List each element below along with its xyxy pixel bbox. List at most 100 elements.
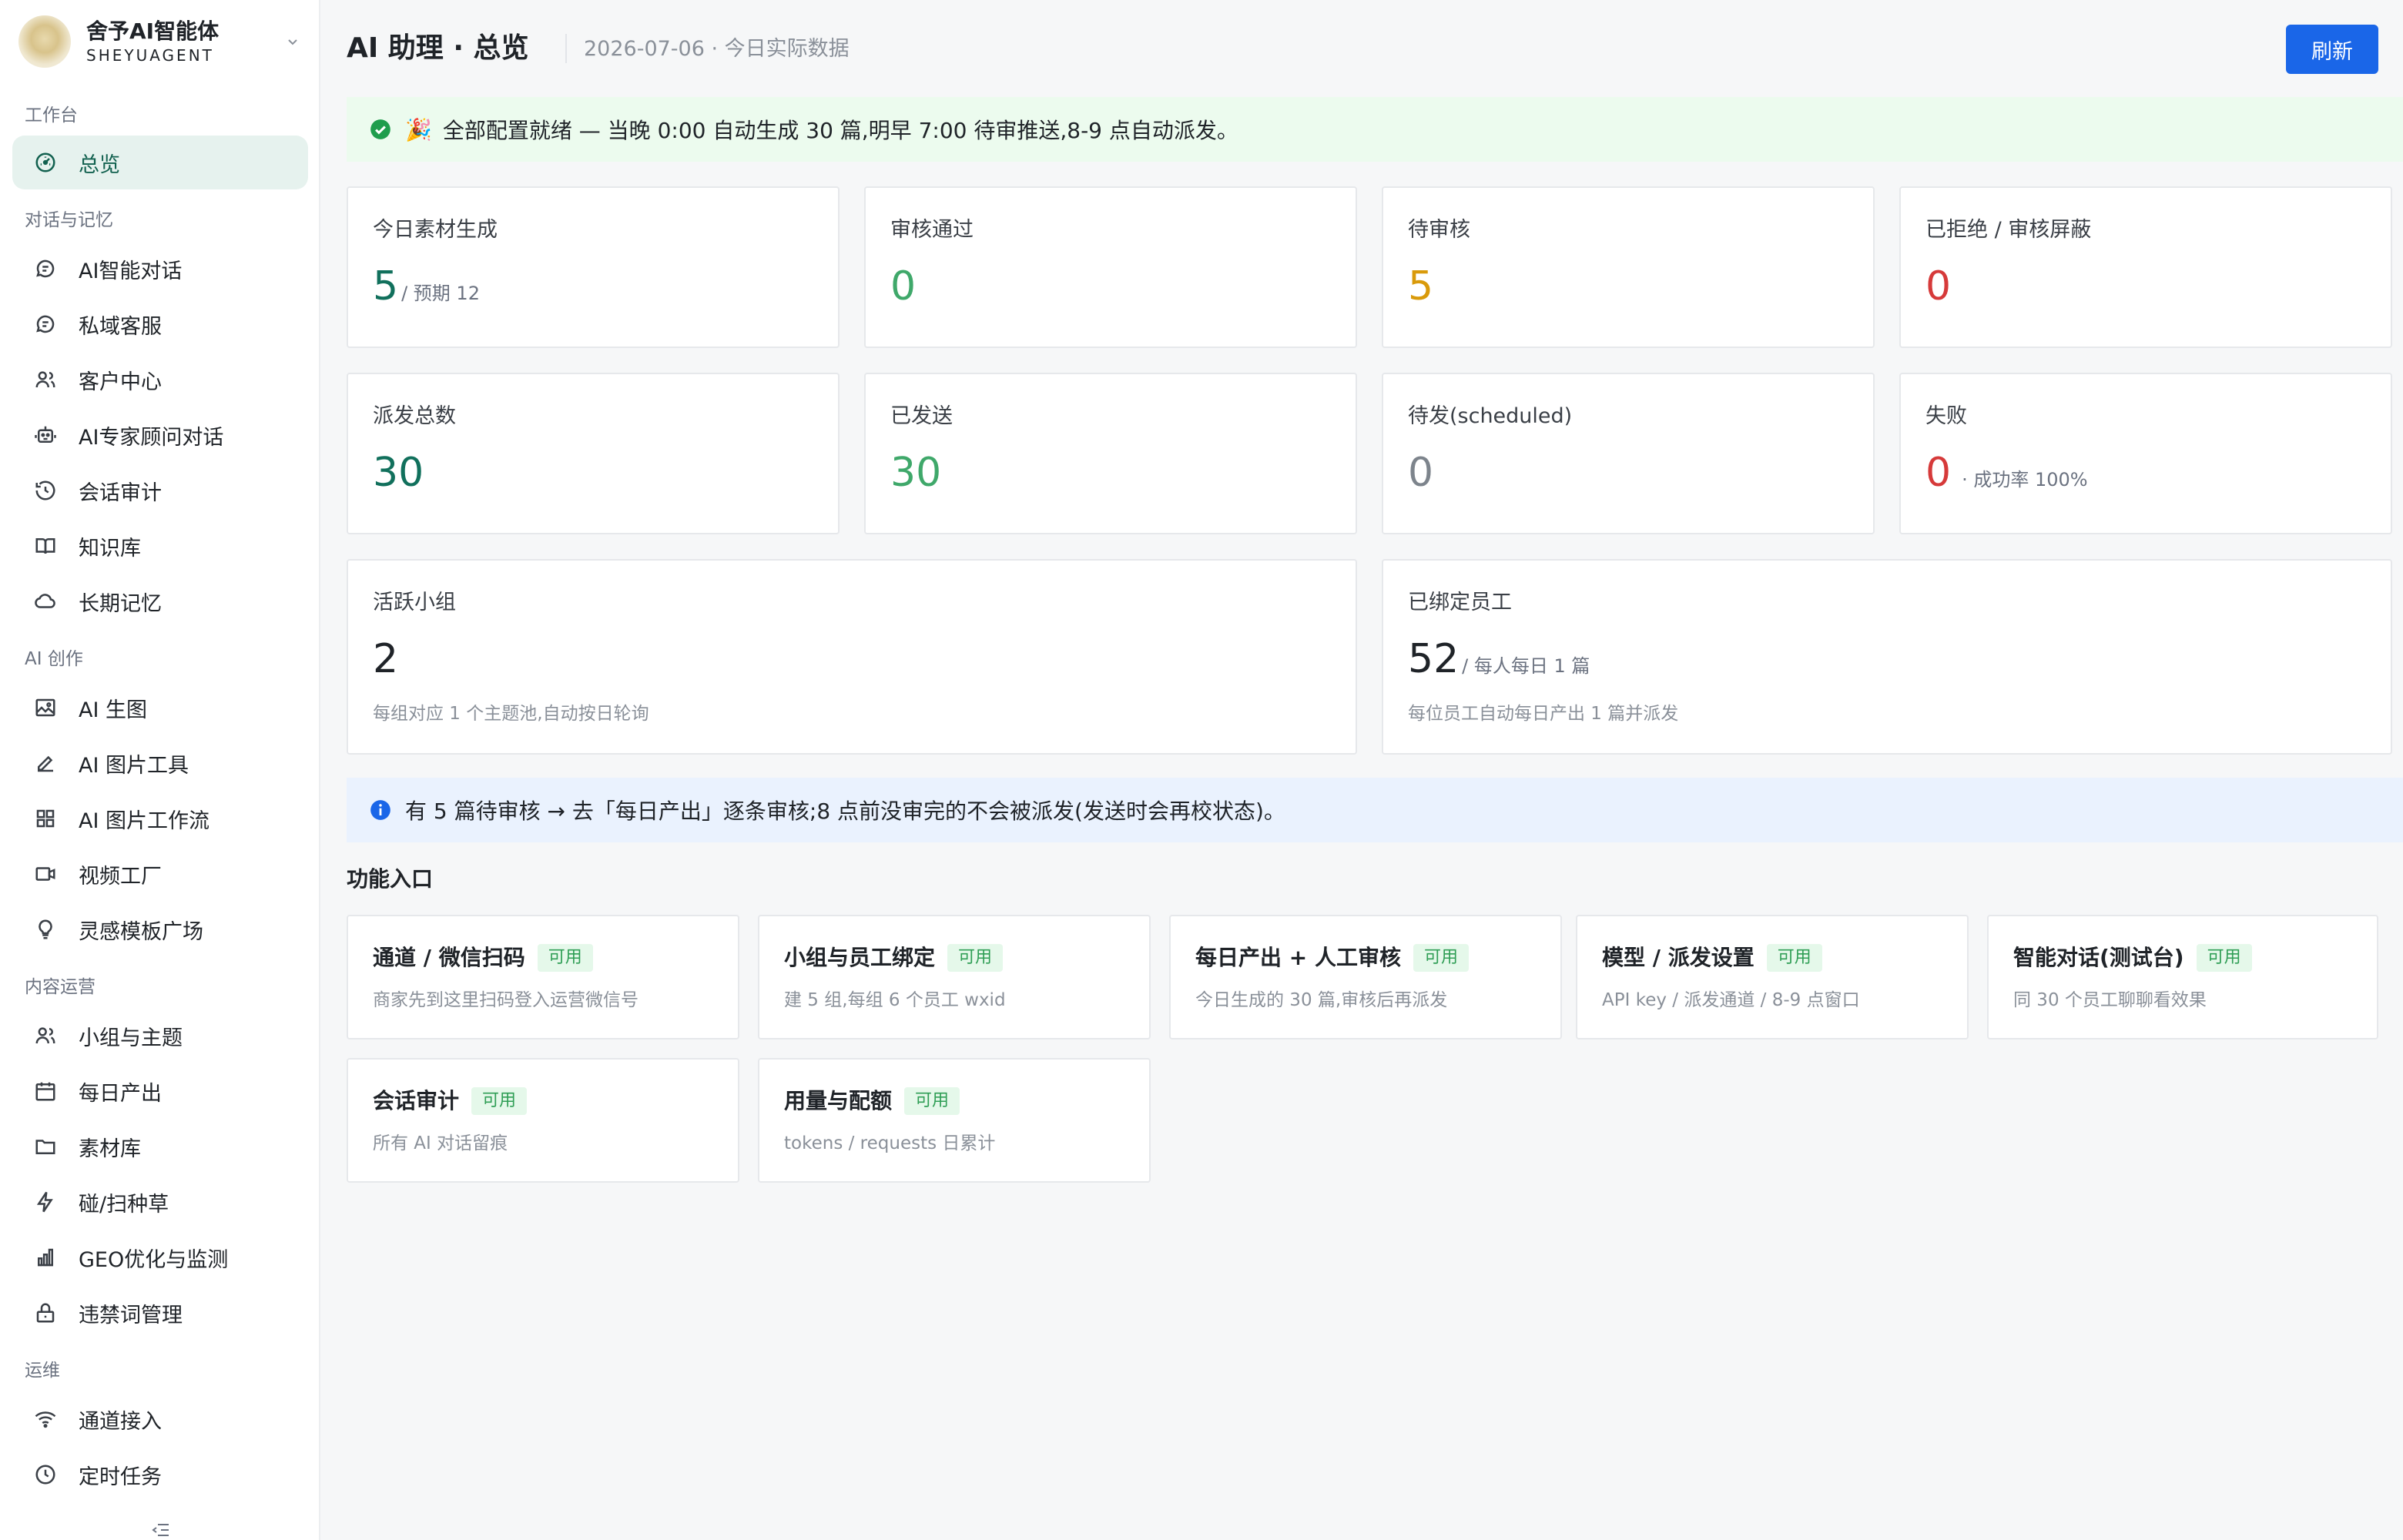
feature-desc: 同 30 个员工聊聊看效果 [2013,990,2207,1010]
stat-number: 52 [1408,636,1460,682]
stat-card-today-generated: 今日素材生成 5 / 预期 12 [347,186,840,348]
sidebar-item-seeding[interactable]: 碰/扫种草 [12,1175,308,1229]
sidebar-item-ai-chat[interactable]: AI智能对话 [12,242,308,296]
sidebar-item-private-service[interactable]: 私域客服 [12,297,308,351]
folder-icon [32,1133,59,1160]
sidebar-item-label: 小组与主题 [79,1026,183,1050]
feature-desc: API key / 派发通道 / 8-9 点窗口 [1602,990,1860,1010]
success-banner-text: 全部配置就绪 — 当晚 0:00 自动生成 30 篇,明早 7:00 待审推送,… [442,118,1238,143]
sidebar-item-label: 定时任务 [79,1465,162,1489]
calendar-icon [32,1078,59,1104]
sidebar-item-inspiration[interactable]: 灵感模板广场 [12,902,308,956]
stat-label: 活跃小组 [373,591,456,614]
grid-icon [32,805,59,832]
stat-value: 30 [890,448,941,497]
stat-number: 30 [890,450,942,496]
collapse-sidebar-icon[interactable] [148,1522,174,1538]
stat-value: 0 [1408,448,1433,497]
brand-switcher[interactable]: 舍予AI智能体 SHEYUAGENT [18,14,303,69]
check-circle-icon [370,119,390,139]
sidebar-item-label: 碰/扫种草 [79,1192,169,1217]
bulb-icon [32,916,59,942]
book-icon [32,533,59,559]
sidebar-item-channels[interactable]: 通道接入 [12,1392,308,1446]
stat-label: 待发(scheduled) [1408,404,1573,428]
stat-value: 0 [1925,262,1951,311]
status-badge: 可用 [1413,944,1469,972]
sidebar-item-label: 私域客服 [79,314,162,339]
chat-icon [32,311,59,337]
info-icon [370,800,390,820]
stat-value: 30 [373,448,424,497]
sidebar-item-session-audit[interactable]: 会话审计 [12,464,308,517]
sidebar-item-daily-output[interactable]: 每日产出 [12,1064,308,1118]
feature-card-session-audit[interactable]: 会话审计 可用 所有 AI 对话留痕 [347,1058,739,1183]
brand-sub: SHEYUAGENT [86,46,214,65]
feature-title-row: 会话审计 可用 [373,1086,528,1116]
sidebar-item-geo[interactable]: GEO优化与监测 [12,1230,308,1284]
sidebar: 舍予AI智能体 SHEYUAGENT 工作台 总览 对话与记忆 AI智能对话 私… [0,0,320,1540]
stat-card-pending: 待审核 5 [1382,186,1875,348]
sidebar-item-banned-words[interactable]: 违禁词管理 [12,1286,308,1340]
status-badge: 可用 [1766,944,1822,972]
sidebar-item-label: 知识库 [79,536,141,561]
sidebar-item-groups-topics[interactable]: 小组与主题 [12,1009,308,1063]
sidebar-item-label: 客户中心 [79,370,162,394]
feature-desc: 所有 AI 对话留痕 [373,1133,508,1153]
feature-card-usage-quota[interactable]: 用量与配额 可用 tokens / requests 日累计 [758,1058,1151,1183]
feature-card-group-binding[interactable]: 小组与员工绑定 可用 建 5 组,每组 6 个员工 wxid [758,915,1151,1040]
feature-title: 模型 / 派发设置 [1602,945,1754,970]
success-banner: 🎉 全部配置就绪 — 当晚 0:00 自动生成 30 篇,明早 7:00 待审推… [347,97,2403,162]
nav-section-ai-create: AI 创作 [25,649,83,669]
sidebar-item-ai-image-tools[interactable]: AI 图片工具 [12,736,308,790]
sidebar-item-customers[interactable]: 客户中心 [12,353,308,407]
feature-title: 智能对话(测试台) [2013,945,2184,970]
refresh-button[interactable]: 刷新 [2286,25,2378,74]
feature-card-channel-qr[interactable]: 通道 / 微信扫码 可用 商家先到这里扫码登入运营微信号 [347,915,739,1040]
sidebar-item-asset-library[interactable]: 素材库 [12,1120,308,1173]
status-badge: 可用 [947,944,1004,972]
pen-icon [32,750,59,776]
stat-note: 每组对应 1 个主题池,自动按日轮询 [373,704,649,724]
stat-label: 失败 [1925,404,1967,428]
title-divider [565,34,567,63]
sidebar-item-long-memory[interactable]: 长期记忆 [12,574,308,628]
bar-chart-icon [32,1244,59,1270]
feature-card-model-settings[interactable]: 模型 / 派发设置 可用 API key / 派发通道 / 8-9 点窗口 [1576,915,1969,1040]
image-icon [32,695,59,721]
stat-suffix: / 每人每日 1 篇 [1462,655,1590,677]
stat-label: 今日素材生成 [373,218,498,242]
brand-name: 舍予AI智能体 [86,18,220,44]
features-title: 功能入口 [347,866,434,892]
feature-title-row: 智能对话(测试台) 可用 [2013,942,2252,973]
sidebar-item-expert-chat[interactable]: AI专家顾问对话 [12,408,308,462]
stat-card-sent: 已发送 30 [864,373,1357,534]
sidebar-item-video-factory[interactable]: 视频工厂 [12,847,308,901]
sidebar-item-ai-image-workflow[interactable]: AI 图片工作流 [12,792,308,845]
history-icon [32,477,59,504]
lock-icon [32,1300,59,1326]
party-emoji: 🎉 [405,116,432,142]
feature-card-chat-test[interactable]: 智能对话(测试台) 可用 同 30 个员工聊聊看效果 [1987,915,2378,1040]
stat-value: 2 [373,634,398,684]
sidebar-item-label: 总览 [79,152,120,177]
sidebar-item-ai-image[interactable]: AI 生图 [12,681,308,735]
feature-card-daily-review[interactable]: 每日产出 + 人工审核 可用 今日生成的 30 篇,审核后再派发 [1169,915,1562,1040]
nav-section-chat-memory: 对话与记忆 [25,210,113,230]
status-badge: 可用 [537,944,593,972]
info-banner-text: 有 5 篇待审核 → 去「每日产出」逐条审核;8 点前没审完的不会被派发(发送时… [405,798,1285,824]
stat-label: 审核通过 [890,218,974,242]
stat-label: 已拒绝 / 审核屏蔽 [1925,218,2092,242]
stat-number: 0 [1925,263,1952,310]
users-icon [32,367,59,393]
feature-desc: tokens / requests 日累计 [784,1133,996,1153]
dashboard-icon [32,149,59,176]
sidebar-item-label: AI专家顾问对话 [79,425,224,450]
sidebar-item-knowledge-base[interactable]: 知识库 [12,519,308,573]
bolt-icon [32,1189,59,1215]
stat-suffix: / 预期 12 [401,283,480,304]
sidebar-item-label: AI智能对话 [79,259,183,283]
sidebar-item-cron-jobs[interactable]: 定时任务 [12,1448,308,1502]
chevron-down-icon[interactable] [282,31,303,52]
sidebar-item-overview[interactable]: 总览 [12,136,308,189]
